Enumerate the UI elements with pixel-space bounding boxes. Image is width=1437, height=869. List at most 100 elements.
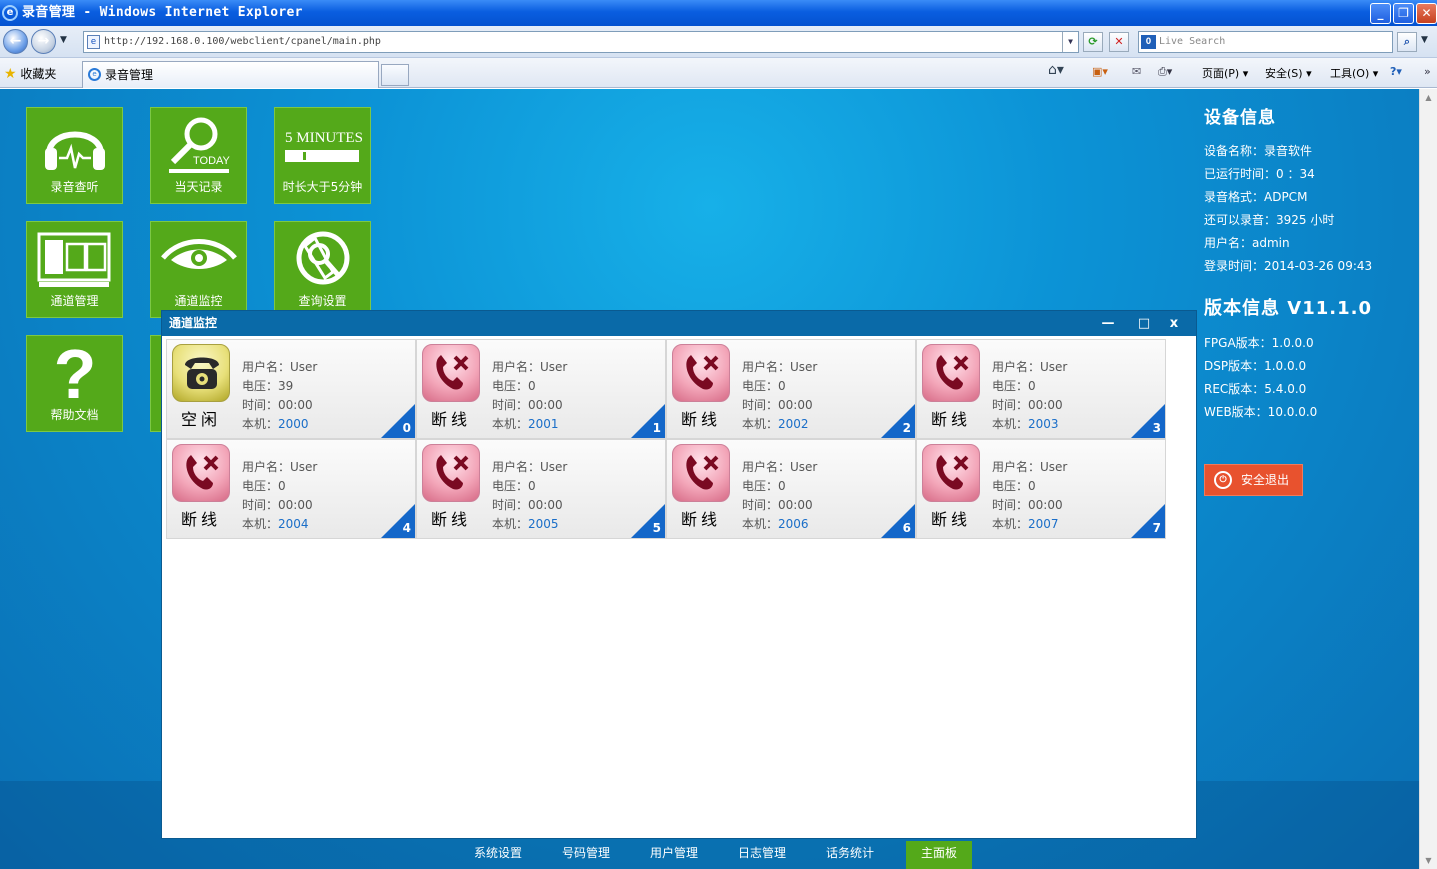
home-icon[interactable]: ⌂▾ xyxy=(1048,62,1064,78)
channel-number: 2 xyxy=(902,421,911,435)
voltage-label: 电压： xyxy=(492,479,529,493)
tile-recording-playback[interactable]: 录音查听 xyxy=(26,107,123,204)
channel-card[interactable]: 断线 用户名：User 电压：0 时间：00:00 本机：2001 1 xyxy=(416,339,666,439)
disconnected-phone-icon xyxy=(686,355,719,390)
ext-row: 本机：2004 xyxy=(242,515,317,534)
maximize-button[interactable]: ❐ xyxy=(1393,3,1414,24)
forward-button[interactable]: → xyxy=(31,29,56,54)
tile-query-settings[interactable]: 查询设置 xyxy=(274,221,371,318)
scroll-down-icon[interactable]: ▼ xyxy=(1422,854,1435,867)
help-icon[interactable]: ?▾ xyxy=(1390,65,1402,78)
stop-icon[interactable]: ✕ xyxy=(1109,32,1129,52)
user-row: 用户名：User xyxy=(992,458,1067,477)
user-value: User xyxy=(1040,460,1068,474)
maximize-icon[interactable]: □ xyxy=(1134,311,1154,336)
tile-channel-monitor[interactable]: 通道监控 xyxy=(150,221,247,318)
device-info-row: 录音格式：ADPCM xyxy=(1204,190,1308,204)
user-row: 用户名：User xyxy=(492,458,567,477)
user-row: 用户名：User xyxy=(242,358,317,377)
channel-card[interactable]: 断线 用户名：User 电压：0 时间：00:00 本机：2006 6 xyxy=(666,439,916,539)
voltage-label: 电压： xyxy=(992,479,1029,493)
tile-help-docs[interactable]: ? 帮助文档 xyxy=(26,335,123,432)
five-minutes-text: 5 MINUTES xyxy=(285,130,363,146)
more-commands-icon[interactable]: » xyxy=(1424,65,1431,78)
time-label: 时间： xyxy=(492,498,529,512)
address-bar[interactable]: e http://192.168.0.100/webclient/cpanel/… xyxy=(83,31,1079,53)
channel-info: 用户名：User 电压：0 时间：00:00 本机：2004 xyxy=(242,458,317,534)
search-options-icon[interactable]: ▼ xyxy=(1421,35,1428,45)
version-info-row: FPGA版本：1.0.0.0 xyxy=(1204,336,1314,350)
navigation-bar: ← → ▼ e http://192.168.0.100/webclient/c… xyxy=(0,26,1437,58)
channel-status: 断线 xyxy=(180,510,221,529)
channel-card[interactable]: 断线 用户名：User 电压：0 时间：00:00 本机：2007 7 xyxy=(916,439,1166,539)
voltage-label: 电压： xyxy=(742,379,779,393)
ext-value: 2002 xyxy=(778,417,809,431)
channel-info: 用户名：User 电压：0 时间：00:00 本机：2003 xyxy=(992,358,1067,434)
voltage-value: 39 xyxy=(278,379,294,393)
browser-tab[interactable]: e 录音管理 xyxy=(82,61,379,88)
ext-row: 本机：2007 xyxy=(992,515,1067,534)
nav-user-management[interactable]: 用户管理 xyxy=(630,841,718,869)
idle-phone-icon xyxy=(185,357,219,389)
user-row: 用户名：User xyxy=(742,458,817,477)
user-row: 用户名：User xyxy=(242,458,317,477)
window-title: 通道监控 xyxy=(169,316,218,330)
nav-system-settings[interactable]: 系统设置 xyxy=(454,841,542,869)
device-info-heading: 设备信息 xyxy=(1204,108,1276,128)
search-go-icon[interactable]: ⌕ xyxy=(1397,32,1417,52)
tile-label: 帮助文档 xyxy=(50,408,99,422)
live-search-logo-icon: O xyxy=(1141,35,1156,49)
channel-card[interactable]: 断线 用户名：User 电压：0 时间：00:00 本机：2005 5 xyxy=(416,439,666,539)
tile-today-records[interactable]: TODAY 当天记录 xyxy=(150,107,247,204)
disconnected-phone-icon xyxy=(936,455,969,490)
channel-card[interactable]: 断线 用户名：User 电压：0 时间：00:00 本机：2004 4 xyxy=(166,439,416,539)
nav-number-management[interactable]: 号码管理 xyxy=(542,841,630,869)
history-dropdown-icon[interactable]: ▼ xyxy=(60,35,67,45)
user-label: 用户名： xyxy=(992,460,1041,474)
time-row: 时间：00:00 xyxy=(742,496,817,515)
close-window-button[interactable]: ✕ xyxy=(1416,3,1437,24)
channel-card[interactable]: 空闲 用户名：User 电压：39 时间：00:00 本机：2000 0 xyxy=(166,339,416,439)
print-icon[interactable]: ⎙▾ xyxy=(1158,65,1172,79)
new-tab-button[interactable] xyxy=(381,64,409,86)
question-mark-icon: ? xyxy=(54,342,97,404)
nav-main-panel[interactable]: 主面板 xyxy=(906,841,972,869)
time-value: 00:00 xyxy=(1028,398,1063,412)
search-input[interactable]: O Live Search xyxy=(1138,31,1393,53)
nav-call-statistics[interactable]: 话务统计 xyxy=(806,841,894,869)
feeds-icon[interactable]: ▣▾ xyxy=(1092,65,1108,78)
ext-value: 2004 xyxy=(278,517,309,531)
user-label: 用户名： xyxy=(992,360,1041,374)
ext-row: 本机：2005 xyxy=(492,515,567,534)
channel-info: 用户名：User 电压：0 时间：00:00 本机：2006 xyxy=(742,458,817,534)
safety-menu[interactable]: 安全(S) ▾ xyxy=(1265,65,1312,81)
tools-menu[interactable]: 工具(O) ▾ xyxy=(1330,65,1378,81)
nav-log-management[interactable]: 日志管理 xyxy=(718,841,806,869)
time-label: 时间： xyxy=(492,398,529,412)
disconnected-phone-icon xyxy=(436,355,469,390)
logout-button[interactable]: ⏻ 安全退出 xyxy=(1204,464,1303,496)
vertical-scrollbar[interactable]: ▲ ▼ xyxy=(1419,89,1437,869)
favorites-button[interactable]: ★ 收藏夹 xyxy=(4,65,56,82)
address-dropdown-icon[interactable]: ▼ xyxy=(1062,32,1078,52)
scroll-up-icon[interactable]: ▲ xyxy=(1422,91,1435,104)
close-icon[interactable]: x xyxy=(1164,311,1184,336)
refresh-icon[interactable]: ⟳ xyxy=(1083,32,1103,52)
channel-info: 用户名：User 电压：0 时间：00:00 本机：2005 xyxy=(492,458,567,534)
back-button[interactable]: ← xyxy=(3,29,28,54)
voltage-row: 电压：0 xyxy=(242,477,317,496)
voltage-value: 0 xyxy=(278,479,286,493)
channel-card[interactable]: 断线 用户名：User 电压：0 时间：00:00 本机：2003 3 xyxy=(916,339,1166,439)
tile-channel-management[interactable]: 通道管理 xyxy=(26,221,123,318)
voltage-value: 0 xyxy=(528,379,536,393)
minimize-button[interactable]: _ xyxy=(1370,3,1391,24)
read-mail-icon[interactable]: ✉ xyxy=(1132,65,1141,78)
page-menu[interactable]: 页面(P) ▾ xyxy=(1202,65,1248,81)
ext-row: 本机：2002 xyxy=(742,415,817,434)
minimize-icon[interactable]: — xyxy=(1098,311,1118,336)
voltage-row: 电压：0 xyxy=(492,477,567,496)
voltage-row: 电压：39 xyxy=(242,377,317,396)
channel-card[interactable]: 断线 用户名：User 电压：0 时间：00:00 本机：2002 2 xyxy=(666,339,916,439)
device-info-row: 设备名称：录音软件 xyxy=(1204,144,1313,158)
tile-over-5-minutes[interactable]: 5 MINUTES 时长大于5分钟 xyxy=(274,107,371,204)
